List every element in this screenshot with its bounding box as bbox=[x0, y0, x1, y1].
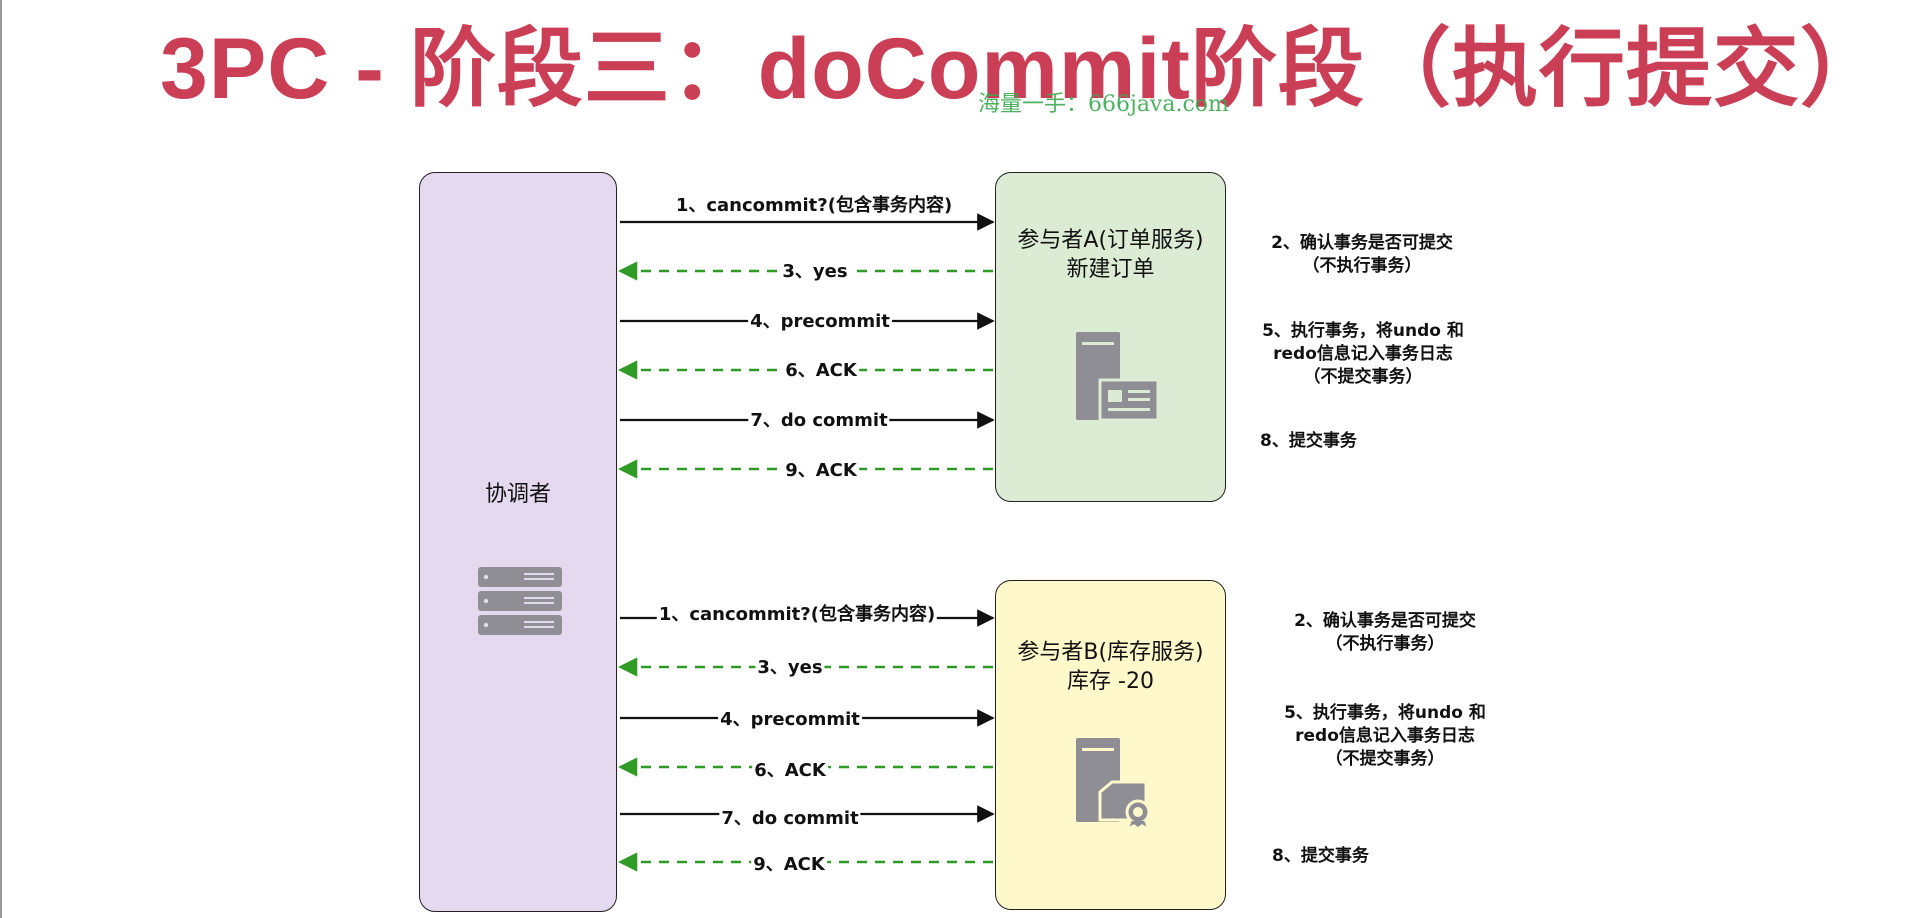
note-a-step8: 8、提交事务 bbox=[1260, 431, 1357, 451]
message-a-9: 9、ACK bbox=[783, 460, 859, 482]
note-b-step5: 5、执行事务，将undo 和 redo信息记入事务日志 （不提交事务） bbox=[1284, 703, 1486, 769]
message-arrows bbox=[618, 213, 995, 872]
message-b-3: 3、yes bbox=[755, 657, 825, 679]
message-a-3: 3、yes bbox=[780, 261, 850, 283]
message-a-4: 4、precommit bbox=[748, 311, 892, 333]
message-b-6: 6、ACK bbox=[752, 760, 828, 782]
note-b-step2: 2、确认事务是否可提交 （不执行事务） bbox=[1294, 611, 1476, 654]
note-a-step5: 5、执行事务，将undo 和 redo信息记入事务日志 （不提交事务） bbox=[1262, 321, 1464, 387]
message-a-1: 1、cancommit?(包含事务内容) bbox=[673, 195, 955, 217]
note-b-step8: 8、提交事务 bbox=[1272, 846, 1369, 866]
message-b-1: 1、cancommit?(包含事务内容) bbox=[656, 604, 938, 626]
message-b-7: 7、do commit bbox=[719, 808, 861, 830]
message-b-4: 4、precommit bbox=[718, 709, 862, 731]
message-b-9: 9、ACK bbox=[751, 854, 827, 876]
message-a-7: 7、do commit bbox=[748, 410, 890, 432]
message-a-6: 6、ACK bbox=[783, 360, 859, 382]
note-a-step2: 2、确认事务是否可提交 （不执行事务） bbox=[1271, 233, 1453, 276]
